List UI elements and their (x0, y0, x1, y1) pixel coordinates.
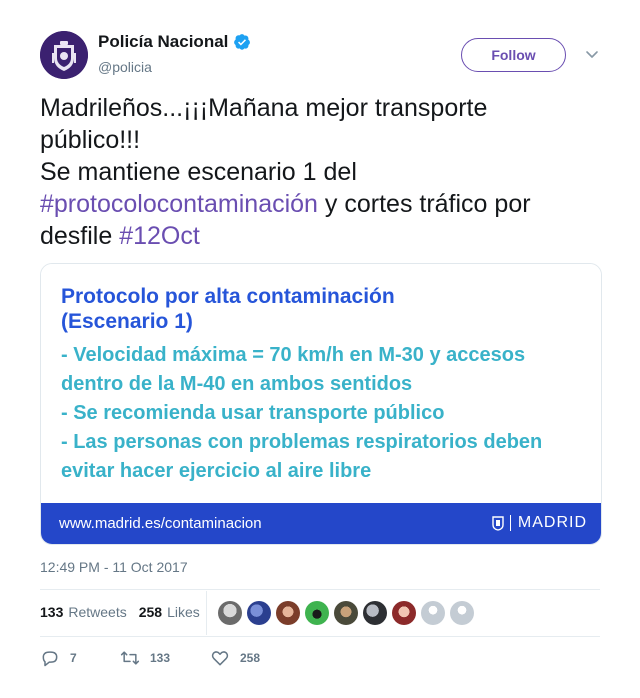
retweets-count: 133 (40, 604, 64, 620)
tweet-text-line: público!!! (40, 126, 141, 154)
retweets-label: Retweets (68, 604, 127, 620)
display-name[interactable]: Policía Nacional (98, 32, 228, 52)
tweet-text-line: Se mantiene escenario 1 del (40, 158, 357, 186)
likers-avatars (218, 601, 479, 625)
card-footer: www.madrid.es/contaminacion MADRID (41, 503, 601, 544)
card-list-item: evitar hacer ejercicio al aire libre (61, 460, 372, 482)
tweet-header: Policía Nacional @policia Follow (40, 30, 600, 82)
like-button[interactable]: 258 (210, 648, 300, 668)
liker-avatar[interactable] (334, 601, 358, 625)
reply-button[interactable]: 7 (40, 648, 120, 668)
timestamp[interactable]: 12:49 PM - 11 Oct 2017 (40, 559, 188, 575)
follow-button[interactable]: Follow (461, 38, 566, 72)
police-shield-emblem-icon (40, 31, 88, 79)
tweet-text-line: #protocolocontaminación y cortes tráfico… (40, 188, 605, 220)
user-handle[interactable]: @policia (98, 59, 152, 75)
liker-avatar[interactable] (218, 601, 242, 625)
liker-avatar[interactable] (421, 601, 445, 625)
reply-icon (42, 651, 58, 667)
brand-text: MADRID (517, 514, 587, 531)
tweet-text-fragment: y cortes tráfico por (317, 190, 531, 218)
tweet-text-line: Madrileños...¡¡¡Mañana mejor transporte (40, 94, 488, 122)
stats-row: 133 Retweets 258 Likes (40, 604, 212, 620)
madrid-bear-icon (492, 516, 504, 531)
media-card[interactable]: Protocolo por alta contaminación (Escena… (40, 263, 602, 545)
liker-avatar[interactable] (392, 601, 416, 625)
likes-count: 258 (138, 604, 163, 620)
retweet-icon (120, 651, 140, 665)
card-list-item: - Las personas con problemas respiratori… (61, 431, 543, 453)
hashtag-link[interactable]: #protocolocontaminación (40, 190, 318, 218)
retweet-button[interactable]: 133 (120, 648, 210, 668)
avatar[interactable] (40, 31, 88, 79)
retweets-stat[interactable]: 133 Retweets (40, 604, 127, 620)
card-url: www.madrid.es/contaminacion (59, 515, 262, 532)
card-list-item: dentro de la M-40 en ambos sentidos (61, 373, 413, 395)
card-title-line: (Escenario 1) (61, 310, 193, 333)
liker-avatar[interactable] (305, 601, 329, 625)
liker-avatar[interactable] (450, 601, 474, 625)
media-image[interactable]: Protocolo por alta contaminación (Escena… (41, 264, 601, 503)
card-list: - Velocidad máxima = 70 km/h en M-30 y a… (61, 341, 542, 486)
reply-count: 7 (70, 651, 77, 665)
liker-avatar[interactable] (247, 601, 271, 625)
divider (40, 589, 600, 590)
heart-icon (211, 651, 229, 666)
stats-separator (206, 591, 207, 635)
card-title: Protocolo por alta contaminación (Escena… (61, 284, 395, 334)
liker-avatar[interactable] (363, 601, 387, 625)
card-list-item: - Velocidad máxima = 70 km/h en M-30 y a… (61, 344, 526, 366)
name-row: Policía Nacional (98, 32, 251, 52)
retweet-count: 133 (150, 651, 171, 665)
divider (40, 636, 600, 637)
likes-label: Likes (167, 604, 200, 620)
chevron-down-icon[interactable] (585, 47, 599, 61)
card-title-line: Protocolo por alta contaminación (61, 285, 395, 308)
hashtag-link[interactable]: #12Oct (119, 222, 200, 250)
likes-stat[interactable]: 258 Likes (139, 604, 200, 620)
madrid-logo: MADRID (492, 514, 587, 532)
tweet-text-fragment: desfile (40, 222, 120, 250)
tweet-text-line: desfile #12Oct (40, 220, 605, 252)
liker-avatar[interactable] (276, 601, 300, 625)
like-count: 258 (240, 651, 261, 665)
card-list-item: - Se recomienda usar transporte público (61, 402, 445, 424)
tweet-actions: 7 133 258 (40, 648, 300, 668)
tweet-text: Madrileños...¡¡¡Mañana mejor transporte … (40, 92, 605, 252)
verified-badge-icon (234, 34, 251, 50)
